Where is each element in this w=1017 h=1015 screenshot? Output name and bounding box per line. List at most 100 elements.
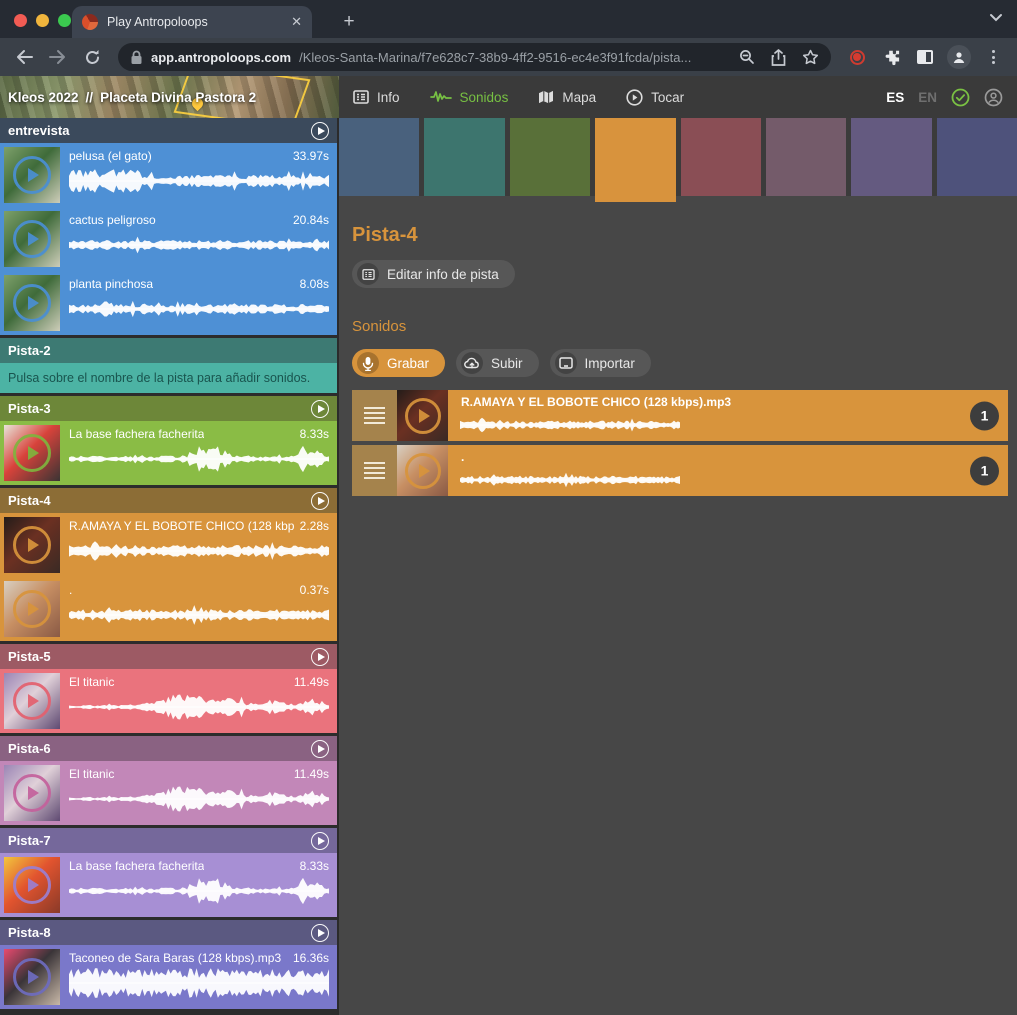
track-section-header[interactable]: Pista-5 — [0, 644, 337, 669]
sound-thumbnail[interactable] — [4, 147, 60, 203]
track-color-tab[interactable] — [510, 118, 590, 196]
track-play-button[interactable] — [311, 648, 329, 666]
extensions-puzzle-icon[interactable] — [877, 43, 905, 71]
track-section-header[interactable]: Pista-2 — [0, 338, 337, 363]
url-bar[interactable]: app.antropoloops.com /Kleos-Santa-Marina… — [118, 43, 831, 71]
browser-tab[interactable]: Play Antropoloops ✕ — [72, 6, 312, 38]
side-panel-icon[interactable] — [911, 43, 939, 71]
play-overlay-icon[interactable] — [13, 434, 51, 472]
lang-en[interactable]: EN — [918, 90, 937, 105]
sound-thumbnail[interactable] — [4, 765, 60, 821]
reload-button[interactable] — [78, 43, 106, 71]
sound-thumbnail[interactable] — [4, 673, 60, 729]
track-play-button[interactable] — [311, 924, 329, 942]
share-icon[interactable] — [771, 49, 786, 66]
track-color-tab[interactable] — [424, 118, 504, 196]
play-overlay-icon[interactable] — [13, 866, 51, 904]
importar-button[interactable]: Importar — [550, 349, 651, 377]
track-section-header[interactable]: Pista-3 — [0, 396, 337, 421]
grabar-button[interactable]: Grabar — [352, 349, 445, 377]
sound-thumbnail[interactable] — [397, 445, 448, 496]
play-overlay-icon[interactable] — [13, 156, 51, 194]
track-play-button[interactable] — [311, 122, 329, 140]
track-sound-row[interactable]: R.AMAYA Y EL BOBOTE CHICO (128 kbps).mp3… — [352, 390, 1008, 441]
tab-sonidos[interactable]: Sonidos — [430, 90, 509, 105]
play-overlay-icon[interactable] — [13, 526, 51, 564]
track-section-header[interactable]: entrevista — [0, 118, 337, 143]
record-extension-icon[interactable] — [843, 43, 871, 71]
edit-track-info-button[interactable]: Editar info de pista — [352, 260, 515, 288]
play-overlay-icon[interactable] — [13, 958, 51, 996]
track-color-tab[interactable] — [937, 118, 1017, 196]
info-list-icon — [353, 90, 369, 104]
track-play-button[interactable] — [311, 740, 329, 758]
track-section-header[interactable]: Pista-6 — [0, 736, 337, 761]
forward-button[interactable] — [44, 43, 72, 71]
track-section-header[interactable]: Pista-4 — [0, 488, 337, 513]
zoom-window-button[interactable] — [58, 14, 71, 27]
tab-mapa[interactable]: Mapa — [538, 90, 596, 105]
sound-row[interactable]: Taconeo de Sara Baras (128 kbps).mp316.3… — [0, 945, 337, 1009]
tab-close-icon[interactable]: ✕ — [291, 14, 302, 30]
track-play-button[interactable] — [311, 400, 329, 418]
tab-info[interactable]: Info — [353, 90, 400, 105]
sound-thumbnail[interactable] — [4, 949, 60, 1005]
tab-search-chevron-icon[interactable] — [989, 13, 1003, 23]
sound-row[interactable]: .0.37s — [0, 577, 337, 641]
track-section-header[interactable]: Pista-8 — [0, 920, 337, 945]
sound-thumbnail[interactable] — [4, 425, 60, 481]
minimize-window-button[interactable] — [36, 14, 49, 27]
sound-thumbnail[interactable] — [4, 857, 60, 913]
sound-thumbnail[interactable] — [397, 390, 448, 441]
close-window-button[interactable] — [14, 14, 27, 27]
track-color-tab[interactable] — [339, 118, 419, 196]
sound-row[interactable]: El titanic11.49s — [0, 669, 337, 733]
track-section-label: Pista-8 — [8, 925, 51, 940]
window-controls[interactable] — [14, 14, 71, 27]
track-color-tab[interactable] — [851, 118, 931, 196]
play-overlay-icon[interactable] — [405, 453, 441, 489]
sound-row[interactable]: R.AMAYA Y EL BOBOTE CHICO (128 kbps)....… — [0, 513, 337, 577]
sound-duration: 0.37s — [300, 583, 329, 597]
sound-row[interactable]: La base fachera facherita8.33s — [0, 421, 337, 485]
sound-title: . — [461, 450, 962, 464]
sound-thumbnail[interactable] — [4, 275, 60, 331]
sound-thumbnail[interactable] — [4, 211, 60, 267]
play-overlay-icon[interactable] — [13, 284, 51, 322]
lang-es[interactable]: ES — [886, 90, 904, 105]
drag-handle[interactable] — [352, 390, 397, 441]
sound-row[interactable]: cactus peligroso20.84s — [0, 207, 337, 271]
zoom-out-icon[interactable] — [739, 49, 755, 65]
track-play-button[interactable] — [311, 832, 329, 850]
sound-row[interactable]: El titanic11.49s — [0, 761, 337, 825]
play-circle-icon — [626, 89, 643, 106]
play-overlay-icon[interactable] — [13, 220, 51, 258]
play-overlay-icon[interactable] — [13, 590, 51, 628]
track-play-button[interactable] — [311, 492, 329, 510]
sync-check-icon[interactable] — [951, 88, 970, 107]
sound-thumbnail[interactable] — [4, 581, 60, 637]
sound-row[interactable]: La base fachera facherita8.33s — [0, 853, 337, 917]
track-sound-row[interactable]: .1 — [352, 445, 1008, 496]
track-section-header[interactable]: Pista-7 — [0, 828, 337, 853]
sound-row[interactable]: planta pinchosa8.08s — [0, 271, 337, 335]
track-section: Pista-6El titanic11.49s — [0, 736, 337, 825]
track-color-tab[interactable] — [766, 118, 846, 196]
profile-avatar[interactable] — [945, 43, 973, 71]
play-overlay-icon[interactable] — [13, 682, 51, 720]
play-overlay-icon[interactable] — [405, 398, 441, 434]
sound-thumbnail[interactable] — [4, 517, 60, 573]
account-icon[interactable] — [984, 88, 1003, 107]
map-banner[interactable]: Kleos 2022 // Placeta Divina Pastora 2 — [0, 76, 339, 118]
track-color-tab[interactable] — [681, 118, 761, 196]
subir-button[interactable]: Subir — [456, 349, 539, 377]
tab-tocar[interactable]: Tocar — [626, 89, 684, 106]
new-tab-button[interactable]: + — [336, 9, 362, 35]
drag-handle[interactable] — [352, 445, 397, 496]
browser-menu-icon[interactable] — [979, 43, 1007, 71]
sound-row[interactable]: pelusa (el gato)33.97s — [0, 143, 337, 207]
track-color-tab-selected[interactable] — [595, 118, 675, 202]
back-button[interactable] — [10, 43, 38, 71]
bookmark-star-icon[interactable] — [802, 49, 819, 65]
play-overlay-icon[interactable] — [13, 774, 51, 812]
